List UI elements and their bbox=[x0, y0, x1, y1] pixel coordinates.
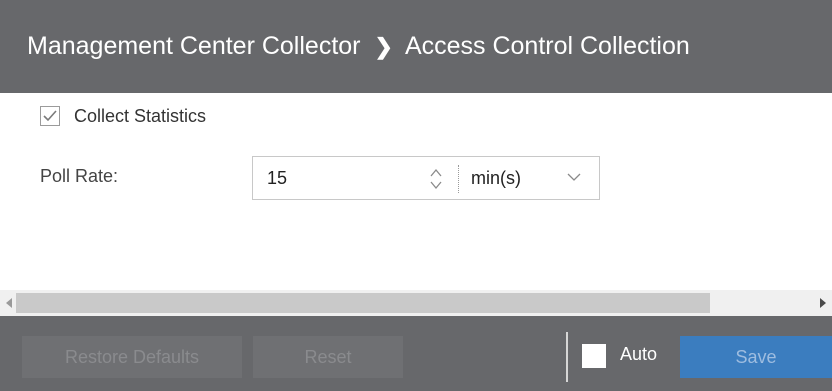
collect-statistics-row[interactable]: Collect Statistics bbox=[40, 103, 206, 129]
restore-defaults-button[interactable]: Restore Defaults bbox=[22, 336, 242, 378]
breadcrumb-current: Access Control Collection bbox=[404, 32, 690, 60]
scroll-right-icon[interactable] bbox=[818, 296, 828, 310]
collect-statistics-checkbox[interactable] bbox=[40, 106, 60, 126]
poll-rate-control: 15 min(s) bbox=[252, 156, 600, 200]
chevron-down-icon[interactable] bbox=[567, 172, 581, 182]
control-divider bbox=[458, 165, 459, 193]
breadcrumb-separator-icon: ❯ bbox=[374, 33, 393, 59]
spinner-icon[interactable] bbox=[429, 165, 443, 193]
auto-checkbox[interactable] bbox=[582, 344, 606, 368]
scrollbar-thumb[interactable] bbox=[16, 293, 710, 313]
save-button[interactable]: Save bbox=[680, 336, 832, 378]
reset-button[interactable]: Reset bbox=[253, 336, 403, 378]
auto-label: Auto bbox=[620, 344, 658, 364]
horizontal-scrollbar[interactable] bbox=[0, 290, 832, 316]
footer-toolbar: Restore Defaults Reset Auto Save bbox=[0, 316, 832, 391]
poll-rate-label: Poll Rate: bbox=[40, 166, 119, 186]
collect-statistics-label: Collect Statistics bbox=[74, 105, 207, 126]
poll-rate-unit-select[interactable]: min(s) bbox=[471, 168, 521, 189]
checkmark-icon bbox=[43, 110, 57, 122]
breadcrumb: Management Center Collector ❯ Access Con… bbox=[0, 0, 832, 93]
breadcrumb-parent: Management Center Collector bbox=[27, 32, 361, 60]
scroll-left-icon[interactable] bbox=[4, 296, 14, 310]
poll-rate-input[interactable]: 15 bbox=[267, 168, 287, 189]
toolbar-divider bbox=[566, 332, 568, 382]
